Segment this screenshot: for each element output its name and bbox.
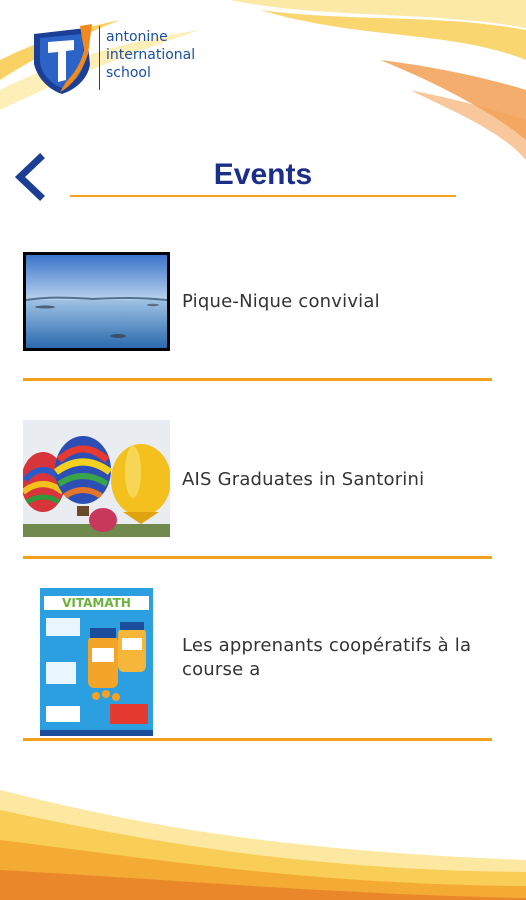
school-logo: antonine international school bbox=[30, 22, 230, 94]
event-item-pique-nique[interactable]: Pique-Nique convivial bbox=[0, 232, 526, 410]
event-title: AIS Graduates in Santorini bbox=[182, 469, 425, 490]
logo-line-3: school bbox=[106, 65, 151, 81]
events-list: Pique-Nique convivial AIS Graduates in S… bbox=[0, 232, 526, 768]
event-thumbnail-balloons bbox=[23, 420, 170, 537]
chevron-left-icon bbox=[14, 153, 45, 201]
logo-line-2: international bbox=[106, 47, 196, 63]
event-divider bbox=[23, 556, 492, 559]
event-item-ais-graduates[interactable]: AIS Graduates in Santorini bbox=[0, 410, 526, 588]
event-divider bbox=[23, 378, 492, 381]
event-item-apprenants-cooperatifs[interactable]: VITAMATH Les apprenants coopératifs à la… bbox=[0, 588, 526, 768]
bottom-decorative-swoosh bbox=[0, 790, 526, 900]
svg-text:VITAMATH: VITAMATH bbox=[62, 596, 131, 610]
shield-logo-icon bbox=[34, 24, 92, 94]
back-button[interactable] bbox=[6, 150, 54, 204]
event-title: Pique-Nique convivial bbox=[182, 291, 380, 312]
event-divider bbox=[23, 738, 492, 741]
event-thumbnail-vitamath-poster: VITAMATH bbox=[40, 588, 153, 736]
logo-text: antonine international school bbox=[106, 28, 195, 82]
logo-line-1: antonine bbox=[106, 29, 168, 45]
page-title: Events bbox=[213, 158, 313, 191]
event-thumbnail-lake bbox=[23, 252, 170, 351]
event-title: Les apprenants coopératifs à la course a bbox=[182, 635, 472, 680]
logo-divider bbox=[99, 26, 100, 90]
title-underline bbox=[70, 195, 456, 197]
